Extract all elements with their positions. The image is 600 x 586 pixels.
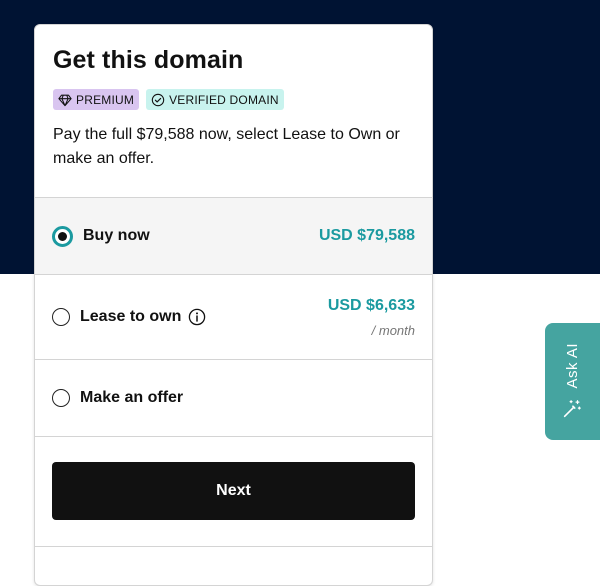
make-offer-label: Make an offer [80,389,184,406]
lease-to-own-radio[interactable] [52,308,70,326]
ask-ai-button[interactable]: Ask AI [545,323,600,440]
option-make-offer[interactable]: Make an offer [35,360,432,437]
card-title: Get this domain [53,46,244,74]
next-button[interactable]: Next [52,462,415,520]
lease-price-wrap: USD $6,633 / month [328,297,415,338]
option-buy-now[interactable]: Buy now USD $79,588 [35,198,432,275]
card-description: Pay the full $79,588 now, select Lease t… [53,126,400,167]
buy-now-radio[interactable] [52,225,73,247]
lease-price-unit: / month [371,322,415,338]
info-icon[interactable] [188,308,206,326]
button-area: Next [35,437,432,547]
card-header: Get this domain PREMIUM VERIFIED DOMAIN … [35,25,432,198]
buy-now-price-wrap: USD $79,588 [319,227,415,245]
option-lease-to-own[interactable]: Lease to own USD $6,633 / month [35,275,432,360]
verified-domain-badge: VERIFIED DOMAIN [146,89,284,110]
check-circle-icon [151,93,165,106]
lease-to-own-label: Lease to own [80,308,182,325]
lease-to-own-price: USD $6,633 [327,296,415,314]
diamond-icon [58,94,72,106]
premium-badge-label: PREMIUM [76,92,135,107]
badge-row: PREMIUM VERIFIED DOMAIN [53,89,414,110]
make-offer-radio[interactable] [52,389,70,407]
premium-badge: PREMIUM [53,89,140,110]
verified-badge-label: VERIFIED DOMAIN [169,92,279,107]
ask-ai-label: Ask AI [563,342,581,389]
purchase-card: Get this domain PREMIUM VERIFIED DOMAIN … [34,24,433,586]
magic-wand-icon [563,400,581,418]
buy-now-price: USD $79,588 [318,227,415,244]
buy-now-label: Buy now [83,227,150,244]
